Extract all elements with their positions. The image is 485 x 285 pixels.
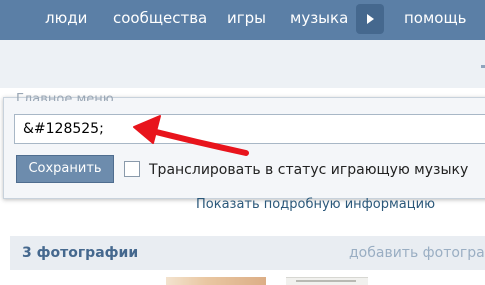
red-arrow-annotation	[133, 115, 249, 156]
arrow-head	[133, 115, 161, 144]
arrow-shaft	[141, 126, 249, 156]
